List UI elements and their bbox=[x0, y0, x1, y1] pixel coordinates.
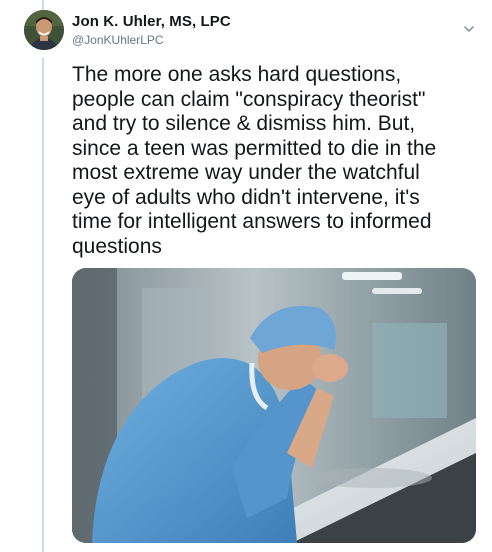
tweet-text: The more one asks hard questions, people… bbox=[72, 63, 437, 258]
tweet-card: Jon K. Uhler, MS, LPC @JonKUhlerLPC The … bbox=[0, 0, 492, 552]
author-name[interactable]: Jon K. Uhler, MS, LPC bbox=[72, 13, 231, 30]
avatar-image bbox=[24, 10, 64, 50]
chevron-down-icon[interactable] bbox=[462, 22, 476, 36]
thread-line bbox=[42, 58, 44, 552]
author-handle[interactable]: @JonKUhlerLPC bbox=[72, 33, 164, 47]
tweet-photo[interactable] bbox=[72, 268, 476, 543]
avatar[interactable] bbox=[24, 10, 64, 50]
doctor-photo-illustration bbox=[72, 268, 476, 543]
thread-line-top bbox=[42, 0, 44, 10]
